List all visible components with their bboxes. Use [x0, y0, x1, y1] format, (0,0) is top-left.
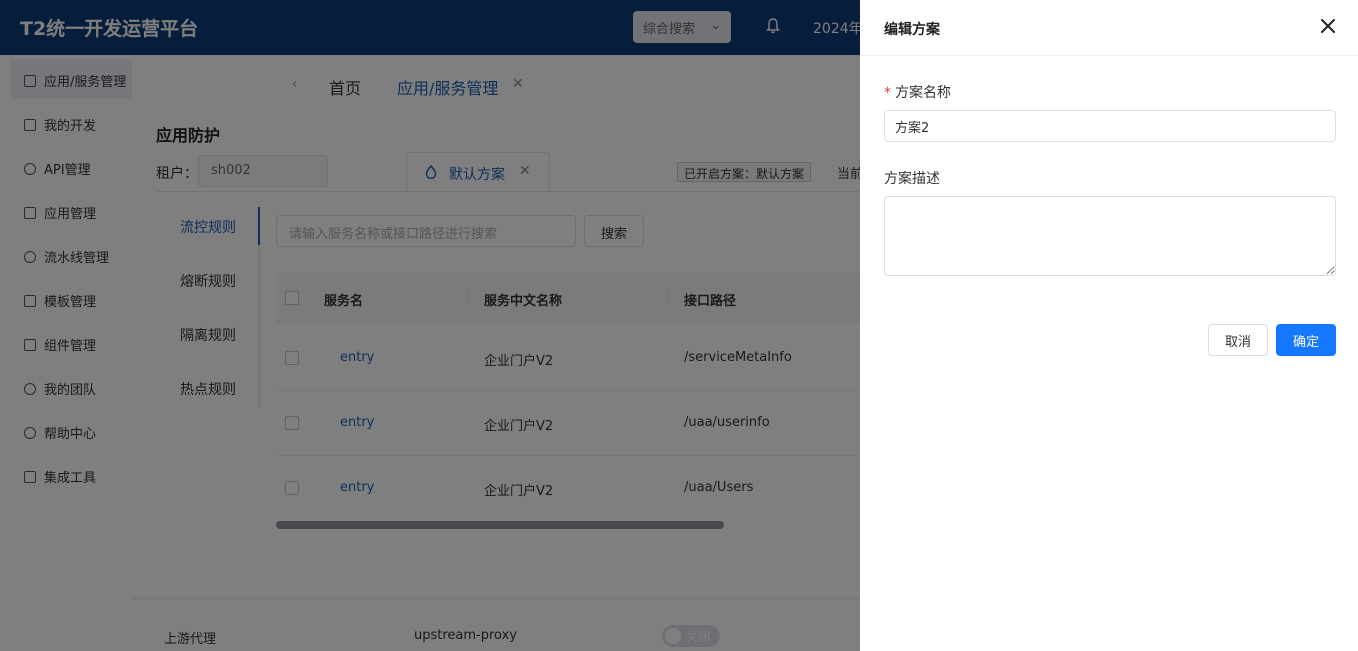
close-icon[interactable] — [1319, 17, 1337, 35]
plan-desc-textarea[interactable] — [884, 196, 1336, 276]
cancel-button[interactable]: 取消 — [1208, 324, 1268, 356]
plan-name-label-text: 方案名称 — [895, 85, 951, 101]
plan-name-input[interactable] — [884, 110, 1336, 142]
required-mark: * — [884, 85, 891, 101]
drawer-title: 编辑方案 — [884, 22, 940, 38]
confirm-button[interactable]: 确定 — [1276, 324, 1336, 356]
plan-name-label: * 方案名称 — [884, 82, 951, 102]
edit-plan-drawer: 编辑方案 *方案名称 方案描述 取消 确定 — [860, 0, 1358, 651]
drawer-header: 编辑方案 — [860, 0, 1358, 56]
plan-desc-label: 方案描述 — [884, 171, 940, 187]
